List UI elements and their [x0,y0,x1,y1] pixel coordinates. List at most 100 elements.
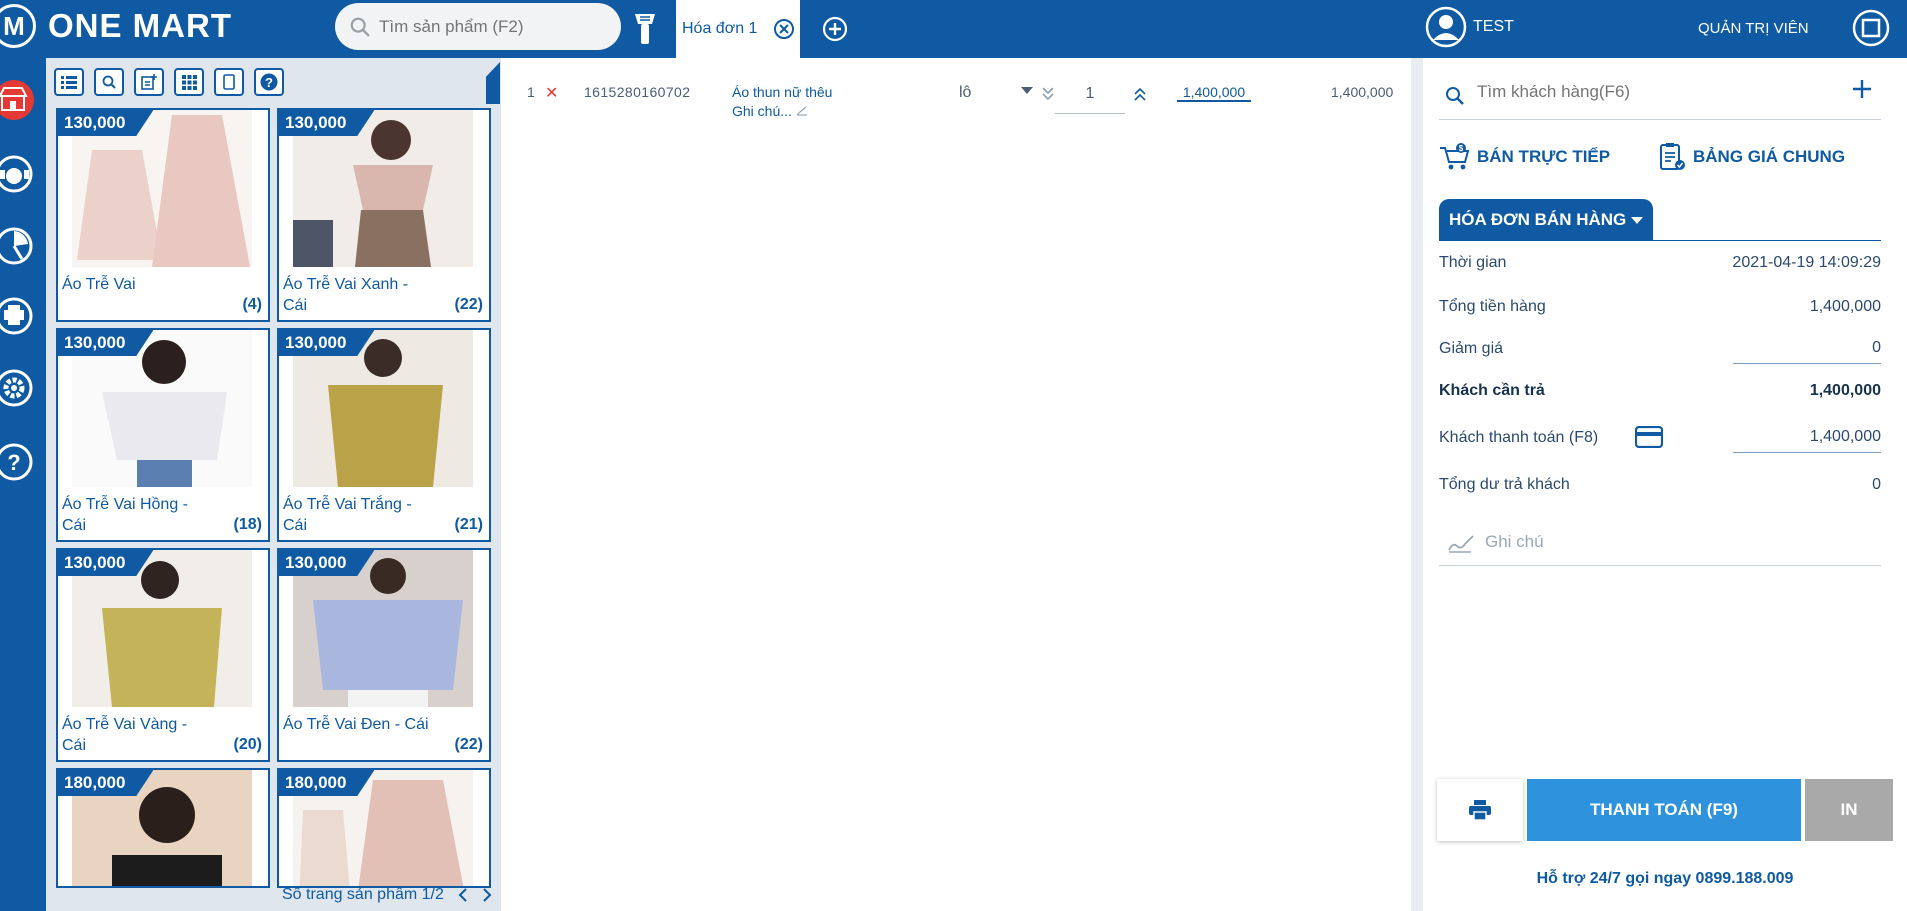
list-icon [61,76,77,89]
report-icon[interactable] [0,226,40,266]
product-card[interactable]: 130,000 Áo Trễ Vai (4) [56,108,270,322]
line-quantity-input[interactable]: 1 [1055,80,1125,114]
svg-text:?: ? [265,75,273,90]
pay-button[interactable]: THANH TOÁN (F9) [1527,779,1801,841]
line-note[interactable]: Ghi chú... [732,103,808,119]
product-card[interactable]: 130,000 Áo Trễ Vai Đen - Cái (22) [277,548,491,762]
discount-input[interactable]: 0 [1733,336,1881,364]
invoice-type-dropdown[interactable]: HÓA ĐƠN BÁN HÀNG [1439,199,1653,241]
product-search-input[interactable] [379,16,599,37]
product-card[interactable]: 130,000 Áo Trễ Vai Hồng - Cái (18) [56,328,270,542]
product-name: Áo Trễ Vai Hồng - Cái [62,496,188,534]
time-label: Thời gian [1439,254,1507,271]
cart-icon: $ [1440,143,1470,170]
list-view-button[interactable] [54,68,84,96]
mobile-view-button[interactable] [214,68,244,96]
add-tab-icon[interactable] [822,16,848,42]
invoice-tab-underline [1439,240,1881,241]
product-search[interactable] [335,3,621,50]
close-tab-icon[interactable] [774,19,794,39]
add-document-icon [141,74,157,90]
pagination: Số trang sản phẩm 1/2 [282,886,492,904]
pagination-label: Số trang sản phẩm 1/2 [282,886,444,903]
tab-invoice-1-label: Hóa đơn 1 [682,20,758,37]
customer-support-icon[interactable] [0,154,40,194]
line-unit-price[interactable]: 1,400,000 [1177,84,1251,102]
customer-search[interactable] [1439,72,1881,120]
print-button[interactable]: IN [1805,779,1893,841]
fullscreen-icon[interactable] [1852,9,1890,47]
search-products-button[interactable] [94,68,124,96]
discount-row: Giảm giá 0 [1439,339,1881,364]
subtotal-label: Tổng tiền hàng [1439,298,1546,315]
product-card[interactable]: 180,000 [277,768,491,888]
product-stock: (4) [242,296,262,313]
line-total: 1,400,000 [1331,84,1394,100]
unit-dropdown-icon[interactable] [1021,87,1033,95]
order-lines: 1 ✕ 1615280160702 Áo thun nữ thêu Ghi ch… [501,58,1411,911]
logo-mark: M [0,4,36,48]
customer-payment-input[interactable]: 1,400,000 [1733,425,1881,453]
time-value: 2021-04-19 14:09:29 [1732,254,1881,271]
customer-search-input[interactable] [1477,82,1777,102]
chevron-left-icon[interactable] [458,888,468,902]
settings-icon[interactable] [0,368,40,408]
amount-due-label: Khách cần trả [1439,382,1545,399]
product-stock: (22) [454,736,483,753]
print-settings-button[interactable] [1437,779,1523,841]
user-menu[interactable]: TEST [1425,6,1514,48]
increase-quantity-icon[interactable] [1133,86,1147,102]
subtotal-row: Tổng tiền hàng 1,400,000 [1439,298,1881,316]
invoice-note[interactable]: Ghi chú [1439,526,1881,566]
remove-line-icon[interactable]: ✕ [545,83,558,103]
chevron-down-icon [1631,217,1643,224]
direct-sale-button[interactable]: $ BÁN TRỰC TIẾP [1439,142,1610,172]
product-card[interactable]: 130,000 Áo Trễ Vai Xanh - Cái (22) [277,108,491,322]
amount-due-row: Khách cần trả 1,400,000 [1439,382,1881,400]
product-panel: ? 130,000 Áo Trễ Vai (4) 130,000 Áo Trễ … [46,58,501,911]
barcode-scanner-icon[interactable] [632,12,658,46]
add-customer-icon[interactable] [1851,78,1873,100]
product-card[interactable]: 180,000 [56,768,270,888]
direct-sale-label: BÁN TRỰC TIẾP [1477,147,1611,166]
order-line: 1 ✕ 1615280160702 Áo thun nữ thêu Ghi ch… [501,84,1411,154]
grid-icon [181,74,197,90]
clipboard-check-icon [1660,143,1685,170]
top-bar: M ONE MART Hóa đơn 1 TEST QUẢN TRỊ VIÊN [0,0,1907,58]
add-product-button[interactable] [134,68,164,96]
help-icon[interactable]: ? [0,442,40,482]
printer-icon [1469,800,1491,820]
user-role: QUẢN TRỊ VIÊN [1698,20,1809,37]
tab-invoice-1[interactable]: Hóa đơn 1 [676,0,800,58]
line-index: 1 [527,84,535,100]
time-row: Thời gian 2021-04-19 14:09:29 [1439,254,1881,272]
search-icon [1446,87,1464,105]
checkout-panel: $ BÁN TRỰC TIẾP BẢNG GIÁ CHUNG HÓA ĐƠN B… [1423,58,1907,911]
amount-due-value: 1,400,000 [1809,382,1881,399]
price-list-button[interactable]: BẢNG GIÁ CHUNG [1659,142,1845,172]
credit-card-icon[interactable] [1635,426,1663,448]
grid-view-button[interactable] [174,68,204,96]
product-stock: (22) [454,296,483,313]
product-stock: (21) [454,516,483,533]
line-unit[interactable]: lô [959,84,971,102]
product-card[interactable]: 130,000 Áo Trễ Vai Trắng - Cái (21) [277,328,491,542]
line-product-code: 1615280160702 [584,84,691,100]
edit-note-icon [796,106,807,116]
product-name: Áo Trễ Vai [62,276,136,293]
product-card[interactable]: 130,000 Áo Trễ Vai Vàng - Cái (20) [56,548,270,762]
chevron-right-icon[interactable] [482,888,492,902]
product-stock: (20) [233,736,262,753]
line-note-text: Ghi chú... [732,103,792,119]
printer-icon[interactable] [0,296,40,336]
discount-label: Giảm giá [1439,340,1504,357]
store-icon[interactable] [0,80,40,120]
subtotal-value: 1,400,000 [1809,298,1881,315]
help-button[interactable]: ? [254,68,284,96]
product-name: Áo Trễ Vai Vàng - Cái [62,716,188,754]
change-row: Tổng dư trả khách 0 [1439,476,1881,494]
decrease-quantity-icon[interactable] [1041,86,1055,102]
customer-payment-row: Khách thanh toán (F8) 1,400,000 [1439,426,1881,453]
panel-divider [1411,58,1423,911]
logo: M ONE MART [0,4,232,48]
